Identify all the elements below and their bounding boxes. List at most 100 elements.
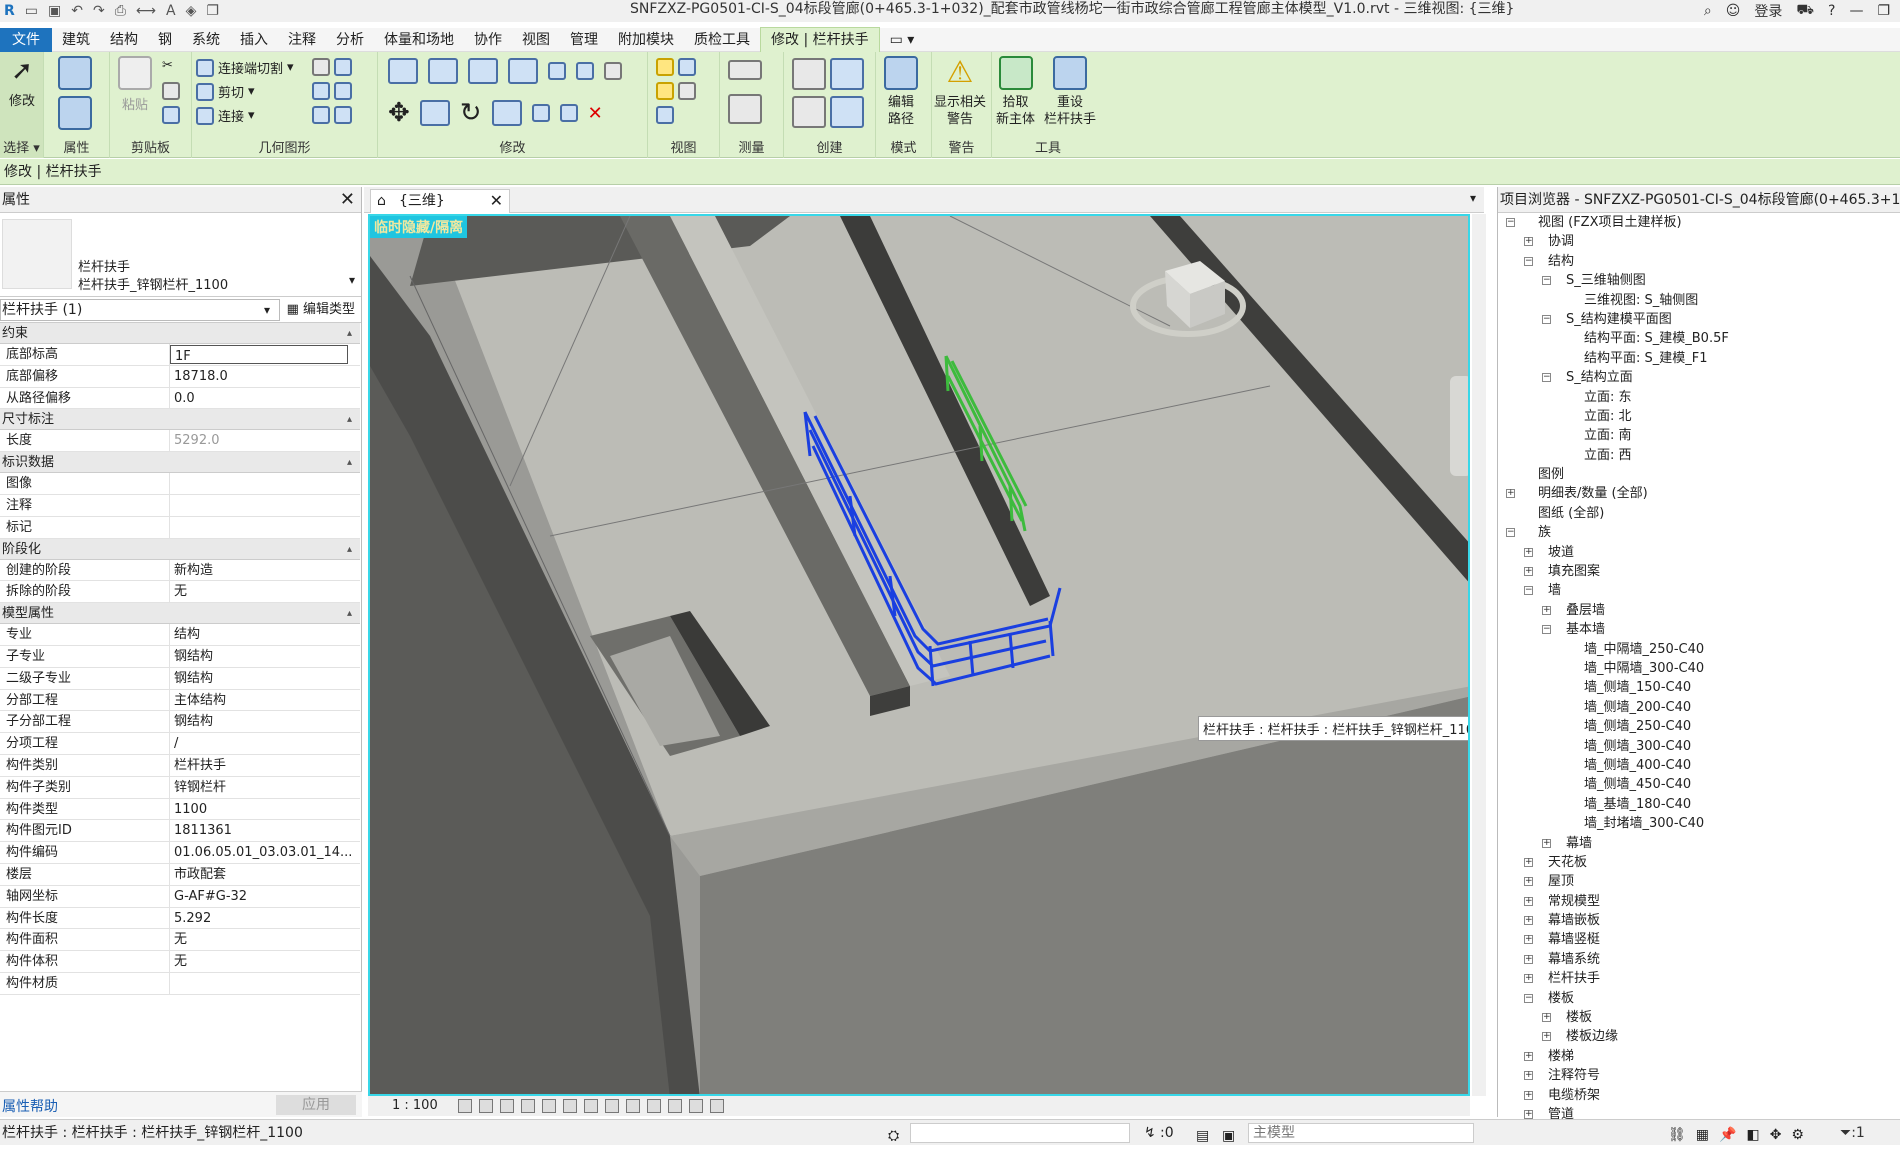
expand-icon[interactable]: + xyxy=(1524,974,1533,984)
close-icon[interactable]: ✕ xyxy=(490,190,503,212)
copy-element-icon[interactable] xyxy=(419,100,450,126)
property-section[interactable]: 约束 xyxy=(0,323,360,344)
3d-view-icon[interactable]: ◈ xyxy=(186,3,197,19)
visual-style-icon[interactable] xyxy=(479,1099,493,1113)
crop-view-icon[interactable] xyxy=(563,1099,577,1113)
tab-manage[interactable]: 管理 xyxy=(560,28,608,52)
select-underlay-icon[interactable]: ▦ xyxy=(1696,1122,1709,1148)
property-value[interactable]: 1100 xyxy=(170,799,360,820)
view-tool-1[interactable] xyxy=(656,58,696,76)
collapse-icon[interactable]: − xyxy=(1542,276,1551,286)
save-icon[interactable]: ▣ xyxy=(48,3,61,19)
property-value[interactable]: 18718.0 xyxy=(170,366,360,387)
tree-node[interactable]: + 填充图案 xyxy=(1498,562,1900,581)
tree-node[interactable]: − 结构 xyxy=(1498,252,1900,271)
property-value[interactable]: 锌钢栏杆 xyxy=(170,777,360,798)
cart-icon[interactable]: ⛟ xyxy=(1796,2,1814,20)
tree-node[interactable]: 立面: 南 xyxy=(1498,426,1900,445)
tab-insert[interactable]: 插入 xyxy=(230,28,278,52)
workset-dropdown[interactable] xyxy=(910,1123,1130,1143)
drag-elements-icon[interactable]: ✥ xyxy=(1770,1122,1782,1148)
cut-join-button[interactable]: 连接端切割 ▾ xyxy=(196,58,294,77)
worksets-icon[interactable]: ⛭ xyxy=(888,1123,899,1149)
dimension-button[interactable] xyxy=(728,94,762,124)
property-value[interactable]: 5292.0 xyxy=(170,430,360,451)
property-value[interactable]: G-AF#G-32 xyxy=(170,886,360,907)
measure-icon[interactable]: ⟷ xyxy=(136,3,156,19)
tree-node[interactable]: 墙_中隔墙_250-C40 xyxy=(1498,640,1900,659)
align-icon[interactable] xyxy=(388,58,418,84)
view-tab-3d[interactable]: ⌂ {三维} ✕ xyxy=(370,189,510,213)
paste-button[interactable]: 粘贴 xyxy=(118,56,152,113)
property-value[interactable]: 无 xyxy=(170,951,360,972)
select-dropdown[interactable]: 选择 ▾ xyxy=(0,137,43,156)
tree-node[interactable]: 墙_侧墙_200-C40 xyxy=(1498,698,1900,717)
expand-icon[interactable]: + xyxy=(1524,935,1533,945)
geometry-tool-3[interactable] xyxy=(312,106,352,124)
tree-node[interactable]: + 栏杆扶手 xyxy=(1498,969,1900,988)
expand-icon[interactable]: + xyxy=(1524,896,1533,906)
tab-analyze[interactable]: 分析 xyxy=(326,28,374,52)
undo-icon[interactable]: ↶ xyxy=(71,3,83,19)
tree-node[interactable]: − S_结构建模平面图 xyxy=(1498,310,1900,329)
property-value[interactable]: 栏杆扶手 xyxy=(170,755,360,776)
pin-icon[interactable] xyxy=(604,62,622,80)
expand-icon[interactable]: + xyxy=(1506,489,1515,499)
reset-railing-button[interactable]: 重设 栏杆扶手 xyxy=(1044,56,1096,128)
app-logo-icon[interactable]: R xyxy=(4,3,15,19)
collapse-icon[interactable]: − xyxy=(1542,373,1551,383)
sun-path-icon[interactable] xyxy=(500,1099,514,1113)
expand-icon[interactable]: + xyxy=(1542,838,1551,848)
view-vertical-scrollbar[interactable] xyxy=(1472,214,1486,1096)
tree-node[interactable]: 墙_封堵墙_300-C40 xyxy=(1498,814,1900,833)
select-pinned-icon[interactable]: 📌 xyxy=(1719,1122,1736,1148)
tree-node[interactable]: 三维视图: S_轴侧图 xyxy=(1498,291,1900,310)
tree-node[interactable]: + 明细表/数量 (全部) xyxy=(1498,484,1900,503)
close-icon[interactable]: ✕ xyxy=(340,187,355,213)
tree-node[interactable]: 墙_侧墙_450-C40 xyxy=(1498,775,1900,794)
edit-requests-icon[interactable]: ↯ xyxy=(1144,1120,1156,1146)
geometry-tool-1[interactable] xyxy=(312,58,352,76)
property-value[interactable] xyxy=(170,973,360,994)
property-section[interactable]: 模型属性 xyxy=(0,603,360,625)
tree-node[interactable]: + 电缆桥架 xyxy=(1498,1086,1900,1105)
mirror-axis-icon[interactable] xyxy=(468,58,498,84)
tree-node[interactable]: + 坡道 xyxy=(1498,543,1900,562)
expand-icon[interactable]: + xyxy=(1524,1071,1533,1081)
expand-icon[interactable]: + xyxy=(1542,1013,1551,1023)
expand-icon[interactable]: + xyxy=(1524,547,1533,557)
tree-node[interactable]: 墙_侧墙_250-C40 xyxy=(1498,717,1900,736)
property-value[interactable]: 钢结构 xyxy=(170,646,360,667)
property-value[interactable] xyxy=(170,473,360,494)
property-value[interactable] xyxy=(170,495,360,516)
tab-dropdown-icon[interactable]: ▾ xyxy=(1470,191,1476,205)
minimize-icon[interactable]: — xyxy=(1849,3,1863,19)
tree-node[interactable]: + 幕墙嵌板 xyxy=(1498,911,1900,930)
tree-node[interactable]: 立面: 北 xyxy=(1498,407,1900,426)
switch-windows-icon[interactable]: ❐ xyxy=(206,3,219,19)
tab-steel[interactable]: 钢 xyxy=(148,28,182,52)
view-tool-3[interactable] xyxy=(656,106,674,124)
property-section[interactable]: 标识数据 xyxy=(0,452,360,474)
move-icon[interactable]: ✥ xyxy=(388,98,410,128)
analysis-icon[interactable] xyxy=(668,1099,682,1113)
property-value[interactable]: 01.06.05.01_03.03.01_14... xyxy=(170,842,360,863)
filter-count[interactable]: ⏷:1 xyxy=(1840,1120,1865,1146)
property-section[interactable]: 阶段化 xyxy=(0,538,360,560)
tab-file[interactable]: 文件 xyxy=(0,27,52,52)
tab-massing[interactable]: 体量和场地 xyxy=(374,28,464,52)
property-value[interactable]: / xyxy=(170,733,360,754)
tree-node[interactable]: 墙_侧墙_400-C40 xyxy=(1498,756,1900,775)
property-value[interactable] xyxy=(170,517,360,538)
tab-systems[interactable]: 系统 xyxy=(182,28,230,52)
property-value[interactable]: 结构 xyxy=(170,624,360,645)
tree-node[interactable]: 立面: 西 xyxy=(1498,446,1900,465)
cut-tool-button[interactable]: ✂ xyxy=(162,58,173,73)
help-icon[interactable]: ? xyxy=(1828,3,1835,19)
tree-node[interactable]: + 幕墙 xyxy=(1498,834,1900,853)
property-value[interactable]: 5.292 xyxy=(170,908,360,929)
collapse-icon[interactable]: − xyxy=(1506,528,1515,538)
render-icon[interactable] xyxy=(542,1099,556,1113)
select-links-icon[interactable]: ⛓ xyxy=(1668,1122,1686,1148)
reveal-hidden-icon[interactable] xyxy=(647,1099,661,1113)
